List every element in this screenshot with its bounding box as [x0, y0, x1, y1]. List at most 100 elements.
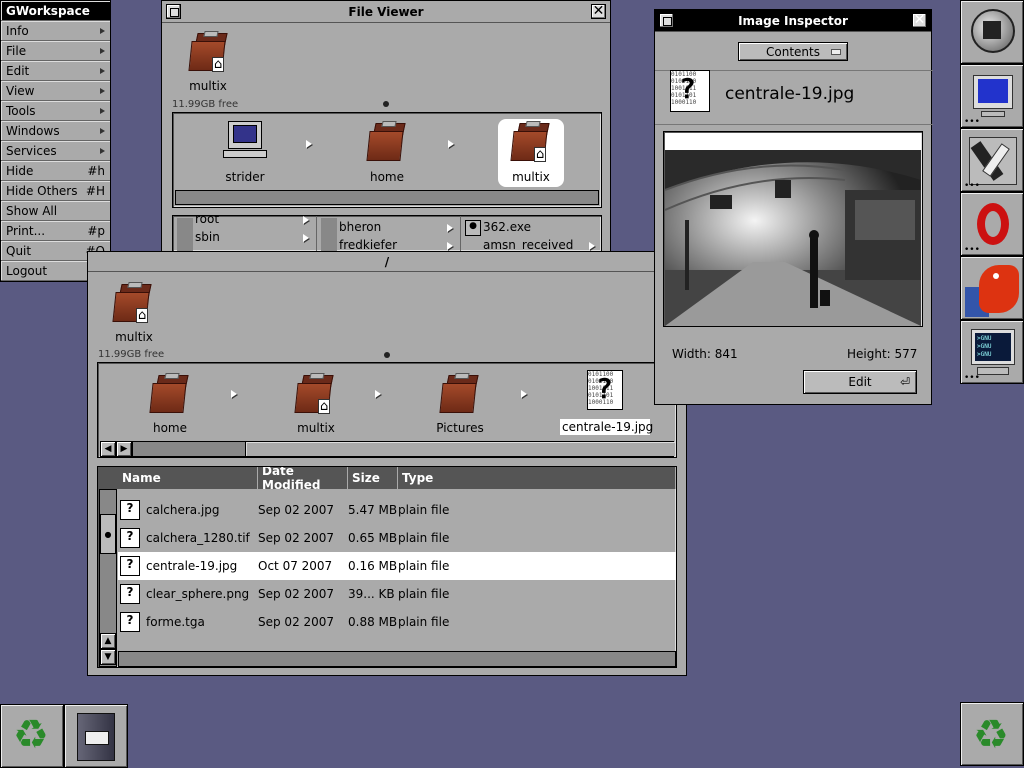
table-row[interactable]: ? clear_sphere.png Sep 02 2007 39... KB …	[118, 580, 676, 608]
browser-cell[interactable]: fredkiefer	[339, 238, 397, 251]
folder-icon[interactable]: ⌂	[188, 31, 230, 73]
menu-item-edit[interactable]: Edit	[1, 61, 110, 81]
image-height-label: Height: 577	[847, 347, 918, 361]
home-icon: ⌂	[212, 57, 225, 72]
popup-label: Contents	[766, 44, 820, 59]
miniaturize-button[interactable]	[659, 13, 674, 28]
tools-icon[interactable]: •••	[960, 128, 1024, 192]
menu-item-windows[interactable]: Windows	[1, 121, 110, 141]
path-label[interactable]: centrale-19.jpg	[560, 419, 653, 435]
menu-item-hide[interactable]: Hide #h	[1, 161, 110, 181]
inspector-popup-button[interactable]: Contents	[738, 42, 848, 61]
path-arrow-icon	[375, 390, 381, 398]
dots-icon: •••	[964, 373, 980, 383]
browser-cell[interactable]: sbin	[195, 230, 220, 244]
scroll-left-button[interactable]: ◀	[100, 441, 116, 457]
horizontal-scrollbar[interactable]	[175, 190, 599, 205]
path-label[interactable]: home	[142, 421, 198, 435]
column-header-date[interactable]: Date Modified	[258, 467, 348, 492]
table-row-selected[interactable]: ? centrale-19.jpg Oct 07 2007 0.16 MB pl…	[118, 552, 676, 580]
home-icon: ⌂	[136, 308, 149, 323]
scroll-up-button[interactable]: ▲	[100, 633, 116, 649]
path-view: home ⌂ multix Pictures 0101100 0101110 100…	[97, 362, 677, 458]
folder-icon[interactable]: ⌂	[510, 121, 552, 163]
path-label[interactable]: multix	[505, 170, 557, 184]
horizontal-scrollbar[interactable]	[118, 651, 676, 667]
resize-dot-icon[interactable]	[384, 352, 390, 358]
scroll-knob[interactable]: ●	[100, 514, 116, 554]
close-button[interactable]: ✕	[912, 13, 927, 28]
main-titlebar[interactable]: /	[88, 252, 686, 272]
column-scroller[interactable]	[321, 218, 337, 251]
recycler-icon[interactable]: ♻	[960, 702, 1024, 766]
column-header-name[interactable]: Name	[118, 467, 258, 489]
row-type: plain file	[398, 615, 450, 629]
file-viewer-titlebar[interactable]: File Viewer ✕	[162, 1, 610, 23]
menu-item-show-all[interactable]: Show All	[1, 201, 110, 221]
browser-cell[interactable]: amsn_received	[483, 238, 573, 251]
path-label[interactable]: multix	[288, 421, 344, 435]
recycler-icon[interactable]: ♻	[0, 704, 64, 768]
free-space-label: 11.99GB free	[172, 99, 239, 110]
gworkspace-icon[interactable]	[960, 0, 1024, 64]
menu-item-view[interactable]: View	[1, 81, 110, 101]
folder-icon[interactable]	[439, 373, 481, 415]
menu-item-print[interactable]: Print... #p	[1, 221, 110, 241]
row-name: centrale-19.jpg	[146, 559, 238, 573]
path-arrow-icon	[306, 140, 312, 148]
row-type: plain file	[398, 587, 450, 601]
table-row[interactable]: ? calchera.jpg Sep 02 2007 5.47 MB plain…	[118, 496, 676, 524]
image-file-icon: ?	[120, 500, 140, 520]
menu-item-label: Logout	[6, 263, 48, 278]
cell-arrow-icon	[303, 216, 309, 224]
edit-button[interactable]: Edit ⏎	[803, 370, 917, 394]
file-cabinet-icon[interactable]	[64, 704, 128, 768]
opera-icon[interactable]: •••	[960, 192, 1024, 256]
terminal-icon[interactable]: >GNU >GNU >GNU •••	[960, 320, 1024, 384]
scroll-down-button[interactable]: ▼	[100, 649, 116, 665]
cell-arrow-icon	[303, 234, 309, 242]
mozilla-icon[interactable]	[960, 256, 1024, 320]
resize-dot-icon[interactable]	[383, 101, 389, 107]
row-date: Oct 07 2007	[258, 559, 333, 573]
path-label[interactable]: strider	[217, 170, 273, 184]
table-row[interactable]: ? forme.tga Sep 02 2007 0.88 MB plain fi…	[118, 608, 676, 636]
monitor-icon[interactable]: •••	[960, 64, 1024, 128]
path-label[interactable]: home	[361, 170, 413, 184]
inspector-titlebar[interactable]: Image Inspector ✕	[655, 10, 931, 32]
path-label[interactable]: Pictures	[432, 421, 488, 435]
computer-icon[interactable]	[228, 121, 262, 149]
table-row[interactable]: ? calchera_1280.tif Sep 02 2007 0.65 MB …	[118, 524, 676, 552]
menu-item-tools[interactable]: Tools	[1, 101, 110, 121]
column-header-type[interactable]: Type	[398, 467, 676, 489]
menu-title[interactable]: GWorkspace	[1, 1, 110, 21]
folder-icon[interactable]: ⌂	[294, 373, 336, 415]
folder-icon[interactable]	[149, 373, 191, 415]
browser-cell[interactable]: 362.exe	[483, 220, 531, 234]
folder-icon[interactable]: ⌂	[112, 282, 154, 324]
folder-icon[interactable]	[366, 121, 408, 163]
window-title: File Viewer	[348, 4, 424, 19]
scroll-right-button[interactable]: ▶	[116, 441, 132, 457]
horizontal-scrollbar[interactable]	[132, 441, 675, 457]
scroll-knob-icon[interactable]: ●	[465, 220, 481, 236]
popup-indicator-icon	[831, 49, 841, 55]
image-file-icon[interactable]: 0101100 0101110 1001011 0101101 1000110?	[587, 370, 623, 410]
image-file-icon: ?	[120, 584, 140, 604]
menu-item-file[interactable]: File	[1, 41, 110, 61]
file-viewer-window: File Viewer ✕ ⌂ multix 11.99GB free stri…	[161, 0, 611, 252]
menu-item-hide-others[interactable]: Hide Others #H	[1, 181, 110, 201]
browser-cell[interactable]: root	[195, 216, 219, 226]
menu-item-label: Print...	[6, 223, 46, 238]
menu-item-services[interactable]: Services	[1, 141, 110, 161]
file-list-view: Name Date Modified Size Type ● ▲ ▼ ? cal…	[97, 466, 677, 668]
miniaturize-button[interactable]	[166, 4, 181, 19]
menu-item-info[interactable]: Info	[1, 21, 110, 41]
scroll-knob[interactable]	[245, 442, 675, 456]
row-date: Sep 02 2007	[258, 587, 335, 601]
menu-shortcut: #H	[85, 183, 105, 198]
column-header-size[interactable]: Size	[348, 467, 398, 489]
browser-cell[interactable]: bheron	[339, 220, 381, 234]
close-button[interactable]: ✕	[591, 4, 606, 19]
column-scroller[interactable]	[177, 218, 193, 251]
